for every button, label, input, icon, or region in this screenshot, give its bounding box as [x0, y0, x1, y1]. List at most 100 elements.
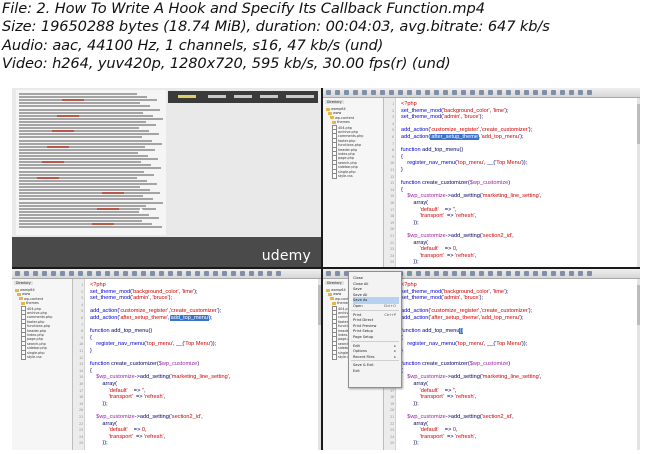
article-link[interactable]: [62, 99, 84, 102]
toolbar-button-icon[interactable]: [326, 271, 331, 276]
scrollbar-thumb[interactable]: [318, 285, 321, 325]
toolbar-button-icon[interactable]: [425, 90, 430, 95]
toolbar-button-icon[interactable]: [258, 271, 263, 276]
toolbar-button-icon[interactable]: [479, 271, 484, 276]
toolbar-button-icon[interactable]: [416, 90, 421, 95]
toolbar-button-icon[interactable]: [353, 90, 358, 95]
toolbar-button-icon[interactable]: [524, 90, 529, 95]
toolbar-button-icon[interactable]: [398, 90, 403, 95]
toolbar-button-icon[interactable]: [371, 90, 376, 95]
toolbar-button-icon[interactable]: [587, 90, 592, 95]
toolbar-button-icon[interactable]: [569, 271, 574, 276]
toolbar-button-icon[interactable]: [407, 90, 412, 95]
toolbar-button-icon[interactable]: [551, 271, 556, 276]
toolbar-button-icon[interactable]: [213, 271, 218, 276]
toolbar-button-icon[interactable]: [249, 271, 254, 276]
article-link[interactable]: [97, 207, 119, 210]
directory-item[interactable]: wamp64: [326, 288, 346, 292]
vertical-scrollbar[interactable]: [318, 279, 321, 450]
toolbar-button-icon[interactable]: [497, 90, 502, 95]
toolbar-button-icon[interactable]: [560, 90, 565, 95]
toolbar-button-icon[interactable]: [434, 90, 439, 95]
toolbar-button-icon[interactable]: [159, 271, 164, 276]
toolbar-button-icon[interactable]: [15, 271, 20, 276]
toolbar-button-icon[interactable]: [416, 271, 421, 276]
toolbar-button-icon[interactable]: [443, 271, 448, 276]
site-nav-item[interactable]: [286, 95, 314, 98]
toolbar-button-icon[interactable]: [78, 271, 83, 276]
site-nav-item[interactable]: [178, 95, 196, 98]
toolbar-button-icon[interactable]: [222, 271, 227, 276]
toolbar-button-icon[interactable]: [344, 90, 349, 95]
toolbar-button-icon[interactable]: [470, 271, 475, 276]
toolbar-button-icon[interactable]: [69, 271, 74, 276]
site-nav-item[interactable]: [260, 95, 278, 98]
scrollbar-thumb[interactable]: [637, 104, 640, 144]
toolbar-button-icon[interactable]: [551, 90, 556, 95]
toolbar-button-icon[interactable]: [276, 271, 281, 276]
article-link[interactable]: [37, 176, 59, 179]
toolbar-button-icon[interactable]: [443, 90, 448, 95]
toolbar-button-icon[interactable]: [389, 90, 394, 95]
toolbar-button-icon[interactable]: [186, 271, 191, 276]
directory-item[interactable]: themes: [21, 301, 39, 305]
directory-item[interactable]: style.css: [21, 354, 42, 360]
toolbar-button-icon[interactable]: [488, 90, 493, 95]
toolbar-button-icon[interactable]: [578, 90, 583, 95]
toolbar-button-icon[interactable]: [506, 90, 511, 95]
toolbar-button-icon[interactable]: [515, 90, 520, 95]
article-link[interactable]: [42, 161, 64, 164]
toolbar-button-icon[interactable]: [452, 271, 457, 276]
toolbar-button-icon[interactable]: [452, 90, 457, 95]
directory-item[interactable]: themes: [332, 120, 350, 124]
article-link[interactable]: [102, 192, 124, 195]
toolbar-button-icon[interactable]: [569, 90, 574, 95]
toolbar-button-icon[interactable]: [434, 271, 439, 276]
directory-item[interactable]: www: [328, 292, 341, 296]
toolbar-button-icon[interactable]: [132, 271, 137, 276]
toolbar-button-icon[interactable]: [24, 271, 29, 276]
context-menu-item[interactable]: Exit: [353, 368, 399, 375]
toolbar-button-icon[interactable]: [141, 271, 146, 276]
directory-tab[interactable]: Directory: [325, 100, 344, 104]
toolbar-button-icon[interactable]: [542, 90, 547, 95]
toolbar-button-icon[interactable]: [42, 271, 47, 276]
directory-item[interactable]: wp-content: [19, 297, 43, 301]
toolbar-button-icon[interactable]: [542, 271, 547, 276]
toolbar-button-icon[interactable]: [380, 90, 385, 95]
toolbar-button-icon[interactable]: [407, 271, 412, 276]
directory-item[interactable]: www: [328, 111, 341, 115]
toolbar-button-icon[interactable]: [461, 271, 466, 276]
directory-tab[interactable]: Directory: [14, 281, 33, 285]
directory-item[interactable]: style.css: [332, 173, 353, 179]
toolbar-button-icon[interactable]: [123, 271, 128, 276]
toolbar-button-icon[interactable]: [96, 271, 101, 276]
toolbar-button-icon[interactable]: [267, 271, 272, 276]
site-navigation-bar[interactable]: [168, 91, 318, 103]
toolbar-button-icon[interactable]: [240, 271, 245, 276]
toolbar-button-icon[interactable]: [470, 90, 475, 95]
toolbar-button-icon[interactable]: [204, 271, 209, 276]
toolbar-button-icon[interactable]: [51, 271, 56, 276]
toolbar-button-icon[interactable]: [533, 271, 538, 276]
toolbar-button-icon[interactable]: [425, 271, 430, 276]
toolbar-button-icon[interactable]: [231, 271, 236, 276]
vertical-scrollbar[interactable]: [637, 279, 640, 450]
toolbar-button-icon[interactable]: [326, 90, 331, 95]
toolbar-button-icon[interactable]: [497, 271, 502, 276]
directory-item[interactable]: wamp64: [326, 107, 346, 111]
toolbar-button-icon[interactable]: [168, 271, 173, 276]
directory-item[interactable]: www: [17, 292, 30, 296]
toolbar-button-icon[interactable]: [150, 271, 155, 276]
toolbar-button-icon[interactable]: [560, 271, 565, 276]
toolbar-button-icon[interactable]: [479, 90, 484, 95]
toolbar-button-icon[interactable]: [461, 90, 466, 95]
toolbar-button-icon[interactable]: [33, 271, 38, 276]
toolbar-button-icon[interactable]: [105, 271, 110, 276]
toolbar-button-icon[interactable]: [60, 271, 65, 276]
site-nav-item[interactable]: [234, 95, 252, 98]
toolbar-button-icon[interactable]: [506, 271, 511, 276]
toolbar-button-icon[interactable]: [362, 90, 367, 95]
toolbar-button-icon[interactable]: [524, 271, 529, 276]
toolbar-button-icon[interactable]: [195, 271, 200, 276]
